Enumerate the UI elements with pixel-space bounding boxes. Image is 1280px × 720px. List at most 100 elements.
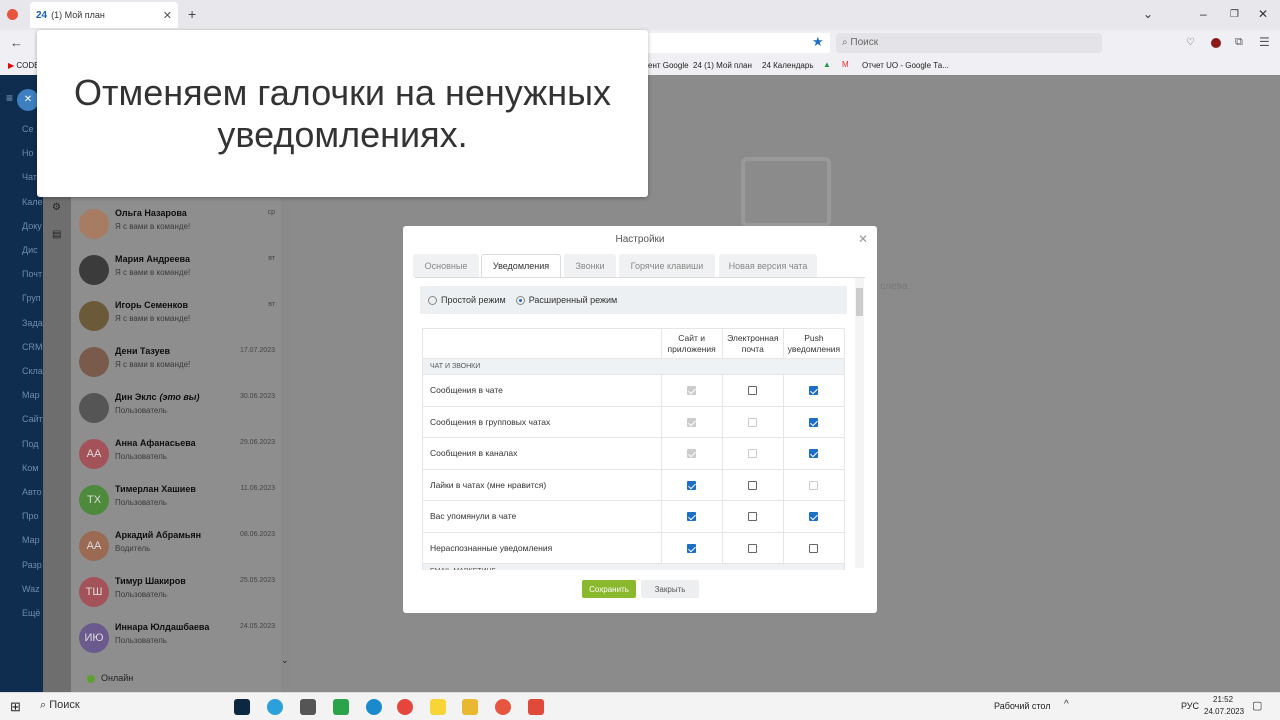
sidebar-item[interactable]: Почт [22,269,42,279]
miro-icon[interactable] [430,699,446,715]
bookmark-my-plan[interactable]: 24 (1) Мой план [693,61,752,70]
bookmark-code[interactable]: ▶ CODE [8,61,40,70]
chat-list-item[interactable]: АА Анна Афанасьева Пользователь 29.06.2023 [71,432,281,478]
dialog-scrollbar[interactable] [855,278,864,568]
sidebar-item[interactable]: Дис [22,245,38,255]
sidebar-item[interactable]: Скла [22,366,43,376]
sidebar-item[interactable]: Ком [22,463,38,473]
sidebar-item[interactable]: Доку [22,221,42,231]
restore-button[interactable]: ❐ [1230,9,1239,20]
chrome-icon[interactable] [397,699,413,715]
tab-new-chat[interactable]: Новая версия чата [719,254,817,277]
chat-list-item[interactable]: ИЮ Иннара Юлдашбаева Пользователь 24.05.202… [71,616,281,662]
drive-icon[interactable]: ▲ [823,60,831,69]
minimize-button[interactable]: – [1200,7,1207,21]
sidebar-item[interactable]: Кале [22,197,43,207]
sidebar-item[interactable]: CRM [22,342,43,352]
menu-icon[interactable]: ☰ [1259,35,1270,49]
sidebar-item[interactable]: Ещё [22,608,40,618]
chat-list-item[interactable]: АА Аркадий Абрамьян Водитель 08.06.2023 [71,524,281,570]
extensions-icon[interactable]: ⧉ [1235,36,1243,49]
site-checkbox[interactable] [687,512,697,522]
chat-list-item[interactable]: Мария Андреева Я с вами в команде! вт [71,248,281,294]
close-button[interactable]: Закрыть [641,580,699,598]
bookmark-calendar[interactable]: 24 Календарь [762,61,814,70]
gmail-icon[interactable]: M [842,60,849,69]
pocket-icon[interactable]: ♡ [1186,37,1195,48]
push-checkbox[interactable] [809,543,819,553]
url-bar[interactable]: ★ [640,33,830,53]
sidebar-item[interactable]: Waz [22,584,40,594]
calculator-icon[interactable] [300,699,316,715]
edge-icon[interactable] [366,699,382,715]
sidebar-item[interactable]: Се [22,124,34,134]
back-icon[interactable]: ← [10,35,23,50]
hamburger-icon[interactable]: ≡ [6,91,13,105]
extended-mode-radio[interactable]: Расширенный режим [515,295,617,306]
chat-list-item[interactable]: Дени Тазуев Я с вами в команде! 17.07.2023 [71,340,281,386]
chat-list-item[interactable]: ТШ Тимур Шакиров Пользователь 25.05.2023 [71,570,281,616]
desktop-label[interactable]: Рабочий стол [994,701,1051,711]
site-checkbox[interactable] [687,480,697,490]
notes-icon[interactable]: ▤ [52,229,61,240]
lang-indicator[interactable]: РУС [1181,701,1199,711]
tab-list-chevron-icon[interactable]: ⌄ [1143,7,1153,21]
sidebar-item[interactable]: Разр [22,560,42,570]
sidebar-item[interactable]: Мар [22,390,40,400]
bookmark-report[interactable]: Отчет UO - Google Та... [862,61,949,70]
green-app-icon[interactable] [333,699,349,715]
chat-list-item[interactable]: Игорь Семенков Я с вами в команде! вт [71,294,281,340]
email-checkbox[interactable] [748,480,758,490]
push-checkbox[interactable] [809,449,819,459]
site-checkbox[interactable] [687,543,697,553]
email-checkbox[interactable] [748,543,758,553]
browser-search-input[interactable]: ⌕ Поиск [836,33,1102,53]
tray-chevron-icon[interactable]: ^ [1064,699,1069,710]
sidebar-item[interactable]: Под [22,439,39,449]
taskbar-search[interactable]: ⌕ Поиск [32,695,222,718]
browser-tab[interactable]: 24 (1) Мой план ✕ [30,2,178,28]
close-window-button[interactable]: ✕ [1258,7,1268,21]
explorer-icon[interactable] [462,699,478,715]
tab-general[interactable]: Основные [413,254,479,277]
dialog-close-icon[interactable]: ✕ [858,232,868,246]
sidebar-item[interactable]: Но [22,148,34,158]
tab-hotkeys[interactable]: Горячие клавиши [619,254,715,277]
profile-avatar[interactable] [1211,38,1221,48]
photoshop-icon[interactable] [234,699,250,715]
chat-list-item[interactable]: Дин Эклс (это вы) Пользователь 30.06.2023 [71,386,281,432]
simple-mode-radio[interactable]: Простой режим [428,295,506,306]
sidebar-item[interactable]: Сайт [22,414,43,424]
red-app-icon[interactable] [528,699,544,715]
new-tab-button[interactable]: + [188,6,196,22]
push-checkbox[interactable] [809,417,819,427]
bookmark-google[interactable]: ент Google [648,61,689,70]
email-checkbox[interactable] [748,386,758,396]
windows-start-icon[interactable]: ⊞ [10,699,21,715]
chat-list-item[interactable]: Ольга Назарова Я с вами в команде! ср [71,202,281,248]
push-checkbox[interactable] [809,512,819,522]
sidebar-item[interactable]: Зада [22,318,43,328]
notifications-icon[interactable]: ▢ [1252,699,1262,712]
sidebar-item[interactable]: Чат [22,172,37,182]
settings-icon[interactable]: ⚙ [52,202,61,213]
close-sidebar-icon[interactable]: ✕ [17,89,39,111]
status-selector[interactable]: Онлайн [87,673,133,683]
chat-list-item[interactable]: ТХ Тимерлан Хашиев Пользователь 11.06.2023 [71,478,281,524]
tab-close-icon[interactable]: ✕ [163,9,172,22]
tab-calls[interactable]: Звонки [564,254,616,277]
chat-list-scrollbar[interactable] [281,198,291,668]
tab-notifications[interactable]: Уведомления [481,254,561,277]
email-checkbox[interactable] [748,512,758,522]
firefox-taskbar-icon[interactable] [495,699,511,715]
scroll-down-icon[interactable]: ⌄ [281,655,289,666]
sidebar-item[interactable]: Груп [22,293,41,303]
push-checkbox[interactable] [809,386,819,396]
sidebar-item[interactable]: Авто [22,487,42,497]
dialog-scroll-thumb[interactable] [856,288,863,316]
save-button[interactable]: Сохранить [582,580,636,598]
sidebar-item[interactable]: Мар [22,535,40,545]
sidebar-item[interactable]: Про [22,511,38,521]
telegram-icon[interactable] [267,699,283,715]
bookmark-star-icon[interactable]: ★ [812,34,824,50]
